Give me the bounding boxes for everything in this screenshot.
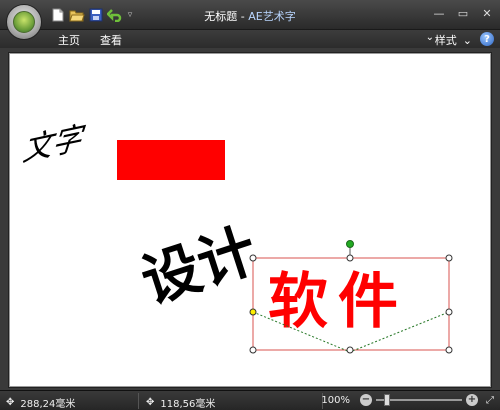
tab-home[interactable]: 主页: [58, 32, 80, 48]
rotate-handle[interactable]: [346, 240, 354, 248]
art-text-wenzi[interactable]: 文字: [19, 118, 90, 169]
window-controls: — ▭ ✕: [432, 6, 494, 20]
art-text-ruanjian[interactable]: 软件: [268, 267, 408, 337]
status-divider: [138, 393, 139, 409]
help-icon[interactable]: ?: [480, 32, 494, 46]
cursor-x-icon: ✥: [6, 397, 15, 408]
zoom-slider-thumb[interactable]: [384, 394, 390, 406]
fit-window-icon[interactable]: ⤢: [486, 395, 494, 406]
title-bar: ▿ 无标题 - AE艺术字 — ▭ ✕: [0, 0, 500, 30]
resize-handle-bottom-left[interactable]: [249, 346, 257, 354]
cursor-y-icon: ✥: [146, 397, 155, 408]
resize-handle-right[interactable]: [445, 308, 453, 316]
zoom-in-icon[interactable]: +: [466, 394, 478, 406]
close-icon[interactable]: ✕: [480, 6, 494, 20]
zoom-control: 100% − + ⤢: [321, 394, 494, 406]
zoom-slider[interactable]: [376, 394, 462, 406]
zoom-out-icon[interactable]: −: [360, 394, 372, 406]
chevron-down-icon: ⌄: [462, 33, 472, 47]
document-title: 无标题: [204, 10, 238, 23]
window-title: 无标题 - AE艺术字: [0, 8, 500, 24]
resize-handle-top-left[interactable]: [249, 254, 257, 262]
status-bar: ✥ 288,24毫米 ✥ 118,56毫米 100% − + ⤢: [0, 390, 500, 410]
tab-view[interactable]: 查看: [100, 32, 122, 48]
art-text-wenzi-label: 文字: [19, 118, 90, 169]
resize-handle-bottom-right[interactable]: [445, 346, 453, 354]
coordinate-x: 288,24毫米: [20, 399, 76, 410]
drawing-canvas[interactable]: 文字 设计 软件: [10, 54, 490, 386]
zoom-level: 100%: [321, 394, 350, 406]
app-name: AE艺术字: [248, 10, 296, 23]
workspace: 文字 设计 软件: [0, 48, 500, 390]
art-text-sheji-label: 设计: [133, 216, 264, 317]
resize-handle-top-right[interactable]: [445, 254, 453, 262]
red-rectangle[interactable]: [117, 140, 225, 180]
resize-handle-bottom[interactable]: [346, 346, 354, 354]
style-menu-label: 样式: [434, 34, 457, 47]
art-text-sheji[interactable]: 设计: [133, 216, 264, 317]
coordinate-y: 118,56毫米: [160, 399, 216, 410]
canvas-artwork: 文字 设计 软件: [19, 118, 453, 354]
style-menu[interactable]: 样式 ⌄: [435, 32, 472, 48]
warp-control-point[interactable]: [249, 308, 257, 316]
ribbon-tabs: 主页 查看 ⌄ 样式 ⌄ ?: [0, 30, 500, 48]
maximize-icon[interactable]: ▭: [456, 6, 470, 20]
status-x: ✥ 288,24毫米: [6, 395, 75, 410]
application-menu-button[interactable]: [6, 4, 42, 40]
resize-handle-top[interactable]: [346, 254, 354, 262]
app-logo-icon: [13, 11, 35, 33]
ribbon-collapse-icon[interactable]: ⌄: [426, 32, 434, 43]
minimize-icon[interactable]: —: [432, 6, 446, 20]
status-y: ✥ 118,56毫米: [146, 395, 215, 410]
title-separator: -: [237, 10, 249, 23]
art-text-ruanjian-label: 软件: [268, 267, 408, 337]
